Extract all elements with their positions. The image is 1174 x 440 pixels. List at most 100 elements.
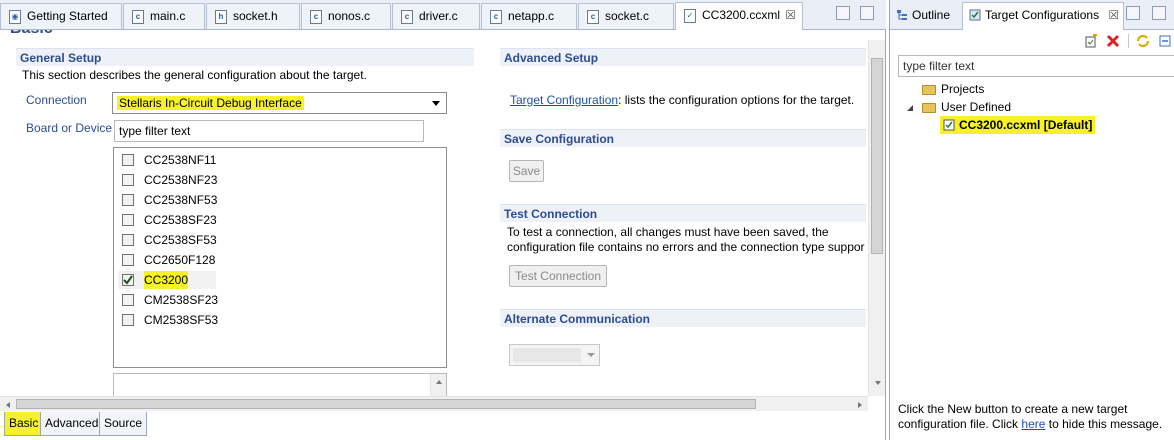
advanced-setup-description: : lists the configuration options for th… <box>618 93 855 107</box>
hint-line2: configuration file. Click here to hide t… <box>898 417 1163 431</box>
tab-driver-c[interactable]: c driver.c <box>392 3 480 29</box>
collapse-all-icon[interactable] <box>1158 34 1172 48</box>
save-button[interactable]: Save <box>509 160 544 182</box>
form-horizontal-scrollbar[interactable] <box>0 396 868 411</box>
editor-area: ◉ Getting Started c main.c h socket.h c … <box>0 0 886 440</box>
tab-label: socket.h <box>233 9 278 23</box>
board-or-device-label: Board or Device <box>26 121 113 135</box>
alternate-communication-header: Alternate Communication <box>500 309 866 327</box>
tab-socket-h[interactable]: h socket.h <box>206 3 300 29</box>
checkbox[interactable] <box>122 174 134 186</box>
hide-message-link[interactable]: here <box>1021 417 1045 431</box>
tree-item-user-defined[interactable]: User Defined <box>906 98 1011 116</box>
tab-main-c[interactable]: c main.c <box>123 3 205 29</box>
refresh-icon[interactable] <box>1136 34 1150 48</box>
connection-select[interactable]: Stellaris In-Circuit Debug Interface <box>112 92 447 114</box>
chevron-down-icon <box>587 353 595 357</box>
scroll-right-icon[interactable] <box>855 400 865 410</box>
c-file-icon: c <box>132 10 144 24</box>
tab-label: nonos.c <box>328 9 371 23</box>
checkbox[interactable] <box>122 314 134 326</box>
checkmark-icon <box>123 275 133 285</box>
scroll-left-icon[interactable] <box>3 400 13 410</box>
target-config-file-icon <box>943 119 955 131</box>
c-file-icon: c <box>490 10 502 24</box>
folder-icon <box>922 84 936 95</box>
toolbar-divider <box>1128 34 1129 48</box>
minimize-view-button[interactable] <box>1126 6 1140 20</box>
connection-label: Connection <box>26 93 87 107</box>
device-list: CC2538NF11 CC2538NF23 CC2538NF53 CC2538S… <box>113 147 447 368</box>
checkbox[interactable] <box>122 194 134 206</box>
tab-cc3200-ccxml[interactable]: ✓ CC3200.ccxml ☒ <box>675 2 803 30</box>
test-connection-line2: configuration file contains no errors an… <box>507 240 865 254</box>
delete-icon[interactable] <box>1106 34 1120 48</box>
tab-basic[interactable]: Basic <box>4 412 44 436</box>
maximize-editor-button[interactable] <box>860 6 874 20</box>
tab-nonos-c[interactable]: c nonos.c <box>301 3 391 29</box>
tab-label: netapp.c <box>508 9 555 23</box>
tab-source[interactable]: Source <box>99 412 148 436</box>
general-setup-header: General Setup <box>16 48 474 66</box>
tab-outline[interactable]: Outline <box>896 3 950 29</box>
maximize-view-button[interactable] <box>1152 6 1166 20</box>
tab-socket-c[interactable]: c socket.c <box>578 3 674 29</box>
tab-label: driver.c <box>419 9 458 23</box>
test-connection-button[interactable]: Test Connection <box>509 265 607 287</box>
h-file-icon: h <box>215 10 227 24</box>
checkbox-checked[interactable] <box>122 274 134 286</box>
checkbox[interactable] <box>122 214 134 226</box>
scrollbar-thumb[interactable] <box>16 399 756 409</box>
scrollbar-thumb[interactable] <box>871 58 883 254</box>
tree-item-cc3200-ccxml[interactable]: CC3200.ccxml [Default] <box>940 116 1096 134</box>
editor-tab-bar: ◉ Getting Started c main.c h socket.h c … <box>0 0 886 30</box>
target-config-form: Basic General Setup This section describ… <box>0 30 868 396</box>
alternate-communication-select[interactable] <box>509 344 600 366</box>
general-setup-description: This section describes the general confi… <box>22 68 367 82</box>
tree-item-projects[interactable]: Projects <box>922 80 984 98</box>
web-page-icon: ◉ <box>9 10 21 24</box>
tab-label: main.c <box>150 9 186 23</box>
view-tab-bar: Outline Target Configurations ☒ <box>890 0 1174 30</box>
page-title: Basic <box>10 30 53 38</box>
c-file-icon: c <box>587 10 599 24</box>
alternate-communication-value <box>513 348 581 362</box>
checkbox[interactable] <box>122 154 134 166</box>
tab-advanced[interactable]: Advanced <box>40 412 104 436</box>
new-target-config-icon[interactable] <box>1084 34 1098 48</box>
outline-icon <box>897 10 907 20</box>
checkbox[interactable] <box>122 294 134 306</box>
tab-netapp-c[interactable]: c netapp.c <box>481 3 577 29</box>
device-filter-input[interactable]: type filter text <box>114 120 424 142</box>
checkbox[interactable] <box>122 254 134 266</box>
tab-target-configurations[interactable]: Target Configurations ☒ <box>962 2 1125 30</box>
test-connection-header: Test Connection <box>500 204 866 222</box>
scroll-down-icon[interactable] <box>873 378 883 388</box>
target-config-icon: ✓ <box>684 9 696 23</box>
checkbox[interactable] <box>122 234 134 246</box>
scroll-up-icon[interactable] <box>431 374 447 390</box>
details-scrollbar[interactable] <box>430 374 446 396</box>
folder-open-icon <box>922 102 936 113</box>
save-configuration-header: Save Configuration <box>500 129 866 147</box>
close-view-icon[interactable]: ☒ <box>1108 8 1119 22</box>
test-connection-line1: To test a connection, all changes must h… <box>507 225 829 239</box>
target-configurations-icon <box>969 9 981 21</box>
close-tab-icon[interactable]: ☒ <box>785 3 796 27</box>
c-file-icon: c <box>401 10 413 24</box>
advanced-setup-text: Target Configuration: lists the configur… <box>510 93 854 107</box>
list-item-selected[interactable]: CC3200 <box>118 271 216 289</box>
advanced-setup-header: Advanced Setup <box>500 48 866 66</box>
target-configuration-link[interactable]: Target Configuration <box>510 93 618 107</box>
form-vertical-scrollbar[interactable] <box>868 40 885 396</box>
chevron-down-icon <box>432 101 440 106</box>
tab-label: Getting Started <box>27 9 108 23</box>
c-file-icon: c <box>310 10 322 24</box>
tab-getting-started[interactable]: ◉ Getting Started <box>0 3 122 29</box>
target-configurations-view: Outline Target Configurations ☒ type fil… <box>889 0 1174 440</box>
target-filter-input[interactable]: type filter text <box>898 55 1174 77</box>
details-textbox[interactable] <box>113 373 447 396</box>
expand-arrow-icon[interactable] <box>906 104 914 112</box>
connection-value: Stellaris In-Circuit Debug Interface <box>117 96 304 110</box>
minimize-editor-button[interactable] <box>836 6 850 20</box>
